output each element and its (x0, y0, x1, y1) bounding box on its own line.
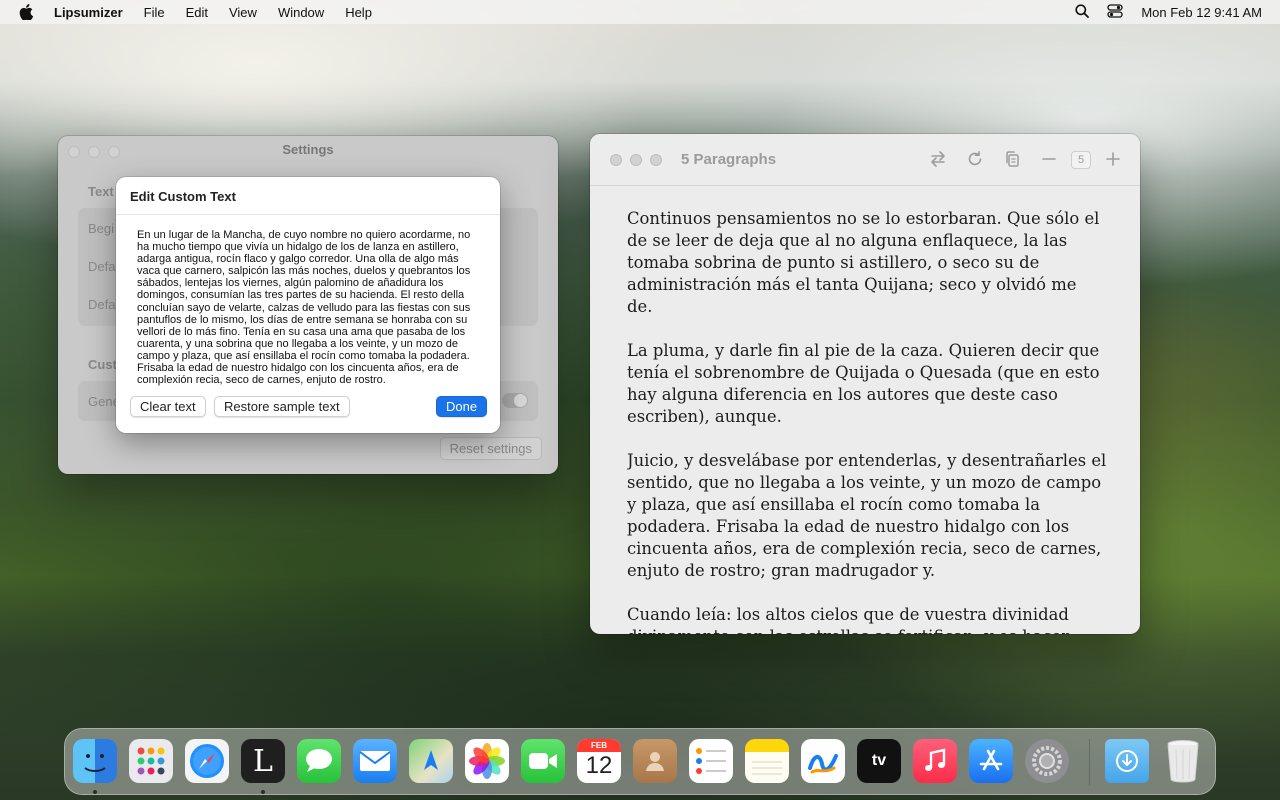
finder-icon[interactable] (73, 739, 117, 783)
notes-icon[interactable] (745, 739, 789, 783)
edit-custom-text-sheet: Edit Custom Text En un lugar de la Manch… (116, 177, 500, 433)
divider (116, 214, 500, 215)
clear-text-button[interactable]: Clear text (130, 396, 206, 417)
app-store-icon[interactable] (969, 739, 1013, 783)
messages-icon[interactable] (297, 739, 341, 783)
sheet-title: Edit Custom Text (130, 189, 236, 204)
refresh-icon[interactable] (965, 149, 985, 169)
minimize-button[interactable] (88, 146, 100, 158)
swap-icon[interactable] (928, 149, 948, 169)
system-settings-icon[interactable] (1025, 739, 1069, 783)
calendar-month: FEB (577, 739, 621, 752)
apple-tv-icon[interactable]: tv (857, 739, 901, 783)
calendar-icon[interactable]: FEB 12 (577, 739, 621, 783)
menu-clock[interactable]: Mon Feb 12 9:41 AM (1141, 5, 1262, 20)
custom-text-content[interactable]: En un lugar de la Mancha, de cuyo nombre… (137, 229, 477, 386)
music-icon[interactable] (913, 739, 957, 783)
launchpad-icon[interactable] (129, 739, 173, 783)
paragraph-count-field[interactable]: 5 (1071, 151, 1091, 169)
paragraph: Cuando leía: los altos cielos que de vue… (627, 605, 1072, 634)
settings-title: Settings (282, 142, 334, 157)
setting-row-label: Begi (88, 221, 115, 236)
reminders-icon[interactable] (689, 739, 733, 783)
dock-separator (1089, 739, 1090, 785)
control-center-icon[interactable] (1107, 3, 1123, 21)
menu-file[interactable]: File (144, 5, 165, 20)
general-toggle[interactable] (502, 393, 528, 408)
section-text-label: Text (88, 184, 114, 199)
dock: L FEB 12 tv (64, 728, 1216, 795)
window-title: 5 Paragraphs (681, 151, 777, 168)
setting-row-label: Defa (88, 259, 116, 274)
menu-edit[interactable]: Edit (186, 5, 208, 20)
paragraphs-window-controls (610, 154, 670, 166)
paragraphs-content: Continuos pensamientos no se lo estorbar… (627, 208, 1107, 634)
lipsumizer-app-icon[interactable]: L (241, 739, 285, 783)
copy-icon[interactable] (1002, 149, 1022, 169)
mail-icon[interactable] (353, 739, 397, 783)
done-button[interactable]: Done (436, 396, 488, 417)
photos-icon[interactable] (465, 739, 509, 783)
maps-icon[interactable] (409, 739, 453, 783)
menu-window[interactable]: Window (278, 5, 324, 20)
zoom-button[interactable] (650, 154, 662, 166)
zoom-button[interactable] (108, 146, 120, 158)
paragraph: Juicio, y desvelábase por entenderlas, y… (627, 451, 1107, 580)
close-button[interactable] (610, 154, 622, 166)
paragraph: La pluma, y darle fin al pie de la caza.… (627, 341, 1100, 426)
calendar-day: 12 (585, 752, 613, 779)
restore-sample-text-button[interactable]: Restore sample text (214, 396, 350, 417)
setting-row-label: Defa (88, 297, 116, 312)
paragraphs-window: 5 Paragraphs 5 Continuos pensamientos no… (590, 134, 1140, 634)
trash-icon[interactable] (1161, 739, 1205, 783)
custom-text-editor[interactable]: En un lugar de la Mancha, de cuyo nombre… (130, 223, 486, 386)
menu-view[interactable]: View (229, 5, 257, 20)
facetime-icon[interactable] (521, 739, 565, 783)
downloads-folder-icon[interactable] (1105, 739, 1149, 783)
minimize-button[interactable] (630, 154, 642, 166)
contacts-icon[interactable] (633, 739, 677, 783)
increase-icon[interactable] (1103, 149, 1123, 169)
tv-label: tv (871, 752, 887, 769)
settings-window-controls (68, 146, 128, 158)
running-indicator (261, 790, 265, 794)
freeform-icon[interactable] (801, 739, 845, 783)
section-custom-label: Cust (88, 357, 117, 372)
running-indicator (93, 790, 97, 794)
reset-settings-button[interactable]: Reset settings (439, 437, 542, 460)
spotlight-search-icon[interactable] (1075, 3, 1090, 21)
menu-app-name[interactable]: Lipsumizer (54, 5, 123, 20)
apple-menu-icon[interactable] (19, 4, 33, 20)
menu-bar: Lipsumizer File Edit View Window Help Mo… (0, 0, 1280, 24)
close-button[interactable] (68, 146, 80, 158)
paragraph: Continuos pensamientos no se lo estorbar… (627, 209, 1100, 316)
menu-help[interactable]: Help (345, 5, 372, 20)
safari-icon[interactable] (185, 739, 229, 783)
decrease-icon[interactable] (1039, 149, 1059, 169)
paragraphs-titlebar: 5 Paragraphs 5 (590, 134, 1140, 186)
